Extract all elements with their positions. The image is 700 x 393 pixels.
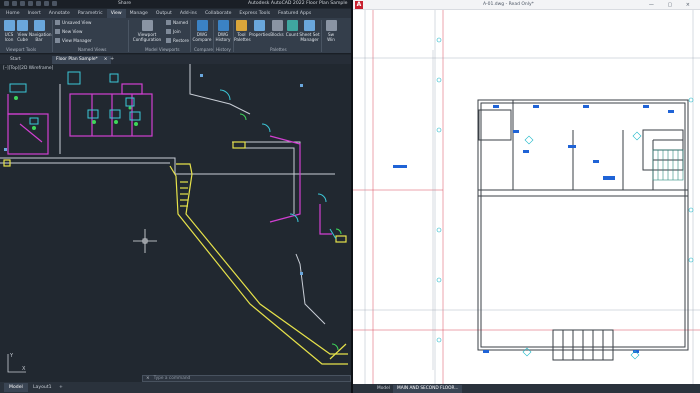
ribbon-tab-parametric[interactable]: Parametric (74, 9, 107, 18)
viewer-title-bar: A A-01.dwg - Read Only* — ▢ × (353, 0, 700, 10)
count-button[interactable]: Count (285, 20, 299, 37)
ribbon-tab-featured-apps[interactable]: Featured Apps (274, 9, 315, 18)
viewport-configuration-icon (141, 20, 153, 31)
document-tabs: Start Floor Plan Sample* × + (0, 55, 351, 64)
group-named-views: Named Views (78, 47, 107, 52)
restore-icon (166, 38, 171, 43)
view-manager-icon (55, 38, 60, 43)
tab-floor-plan-sample[interactable]: Floor Plan Sample* × (52, 56, 112, 64)
named-viewports-button[interactable]: Named (166, 20, 188, 25)
drawing-canvas[interactable]: Y X [–][Top][2D Wireframe] (0, 64, 351, 381)
new-view-icon (55, 29, 60, 34)
named-icon (166, 20, 171, 25)
view-cube-icon (17, 20, 28, 31)
viewport-controls[interactable]: [–][Top][2D Wireframe] (3, 66, 53, 71)
sheet-set-manager-icon (304, 20, 315, 31)
view-cube-button[interactable]: View Cube (16, 20, 29, 42)
restore-viewports-button[interactable]: Restore (166, 38, 189, 43)
saveas-icon[interactable] (28, 1, 33, 6)
autocad-window: Share Autodesk AutoCAD 2022 Floor Plan S… (0, 0, 351, 393)
viewer-canvas[interactable] (353, 10, 700, 384)
ribbon-tab-manage[interactable]: Manage (126, 9, 152, 18)
share-button[interactable]: Share (118, 1, 131, 6)
separator (128, 20, 129, 52)
floor-plan-drawing: Y X (0, 64, 348, 373)
new-tab-button[interactable]: + (110, 56, 114, 62)
tab-model[interactable]: Model (4, 383, 28, 392)
ribbon-tabs: Home Insert Annotate Parametric View Manage Ou… (0, 9, 351, 18)
switch-windows-icon (325, 20, 337, 31)
ribbon-tab-annotate[interactable]: Annotate (45, 9, 74, 18)
ribbon-tab-insert[interactable]: Insert (24, 9, 45, 18)
group-history: History (216, 47, 231, 52)
viewport-configuration-button[interactable]: Viewport Configuration (132, 20, 162, 42)
blocks-icon (271, 20, 283, 31)
group-compare: Compare (194, 47, 213, 52)
separator (190, 20, 191, 52)
group-palettes: Palettes (270, 47, 287, 52)
close-tab-icon[interactable]: × (104, 57, 108, 62)
add-layout-button[interactable]: + (54, 383, 68, 392)
ribbon-tab-output[interactable]: Output (152, 9, 176, 18)
viewer-tab-main-and-second-floor[interactable]: MAIN AND SECOND FLOOR... (393, 385, 463, 393)
dwg-history-icon (217, 20, 229, 31)
autocad-logo-icon: A (355, 1, 363, 9)
group-model-viewports: Model Viewports (145, 47, 180, 52)
join-icon (166, 29, 171, 34)
viewer-status-bar: Model MAIN AND SECOND FLOOR... (353, 384, 700, 393)
ribbon-tab-view[interactable]: View (106, 9, 126, 18)
tab-start[interactable]: Start (6, 56, 25, 64)
tool-palettes-icon (236, 20, 247, 31)
new-view-button[interactable]: New View (55, 29, 82, 34)
viewer-window: A A-01.dwg - Read Only* — ▢ × Model MAIN… (353, 0, 700, 393)
view-manager-button[interactable]: View Manager (55, 38, 92, 43)
unsaved-view-dropdown[interactable]: Unsaved View (55, 20, 91, 25)
tool-palettes-button[interactable]: Tool Palettes (234, 20, 251, 42)
dwg-compare-icon (196, 20, 208, 31)
navigation-bar-button[interactable]: Navigation Bar (29, 20, 52, 42)
switch-windows-button[interactable]: Sw Win (324, 20, 338, 42)
command-input[interactable]: Type a command (154, 376, 191, 381)
navigation-bar-icon (33, 20, 45, 31)
join-viewports-button[interactable]: Join (166, 29, 181, 34)
quick-access-toolbar (4, 1, 57, 6)
properties-icon (253, 20, 265, 31)
viewer-title: A-01.dwg - Read Only* (483, 2, 534, 7)
properties-button[interactable]: Properties (249, 20, 270, 37)
ribbon-tab-collaborate[interactable]: Collaborate (201, 9, 235, 18)
ucs-icon (3, 20, 15, 31)
status-bar: Model Layout1 + (0, 382, 351, 393)
svg-text:X: X (22, 366, 26, 372)
dwg-history-button[interactable]: DWG History (214, 20, 232, 42)
tab-layout1[interactable]: Layout1 (28, 383, 57, 392)
ucs-icon-button[interactable]: UCS Icon (2, 20, 16, 42)
svg-text:Y: Y (9, 353, 14, 359)
view-icon (55, 20, 60, 25)
separator (321, 20, 322, 52)
viewer-tab-model[interactable]: Model (373, 385, 394, 393)
sheet-set-manager-button[interactable]: Sheet Set Manager (299, 20, 320, 42)
dwg-compare-button[interactable]: DWG Compare (192, 20, 212, 42)
save-icon[interactable] (20, 1, 25, 6)
count-icon (286, 20, 298, 31)
print-icon[interactable] (36, 1, 41, 6)
title-bar: Share Autodesk AutoCAD 2022 Floor Plan S… (0, 0, 351, 8)
group-viewport-tools: Viewport Tools (6, 47, 37, 52)
undo-icon[interactable] (44, 1, 49, 6)
ribbon-panel: UCS Icon View Cube Navigation Bar Viewpo… (0, 18, 351, 54)
ribbon-tab-express-tools[interactable]: Express Tools (235, 9, 274, 18)
command-line[interactable]: × Type a command (142, 375, 351, 382)
redo-icon[interactable] (52, 1, 57, 6)
architectural-plan-drawing (353, 10, 700, 384)
ribbon-tab-add-ins[interactable]: Add-ins (176, 9, 201, 18)
separator (52, 20, 53, 52)
close-command-icon[interactable]: × (146, 376, 150, 381)
window-controls[interactable]: — ▢ × (649, 2, 696, 8)
new-icon[interactable] (4, 1, 9, 6)
ribbon-tab-home[interactable]: Home (2, 9, 24, 18)
window-title: Autodesk AutoCAD 2022 Floor Plan Sample (248, 1, 348, 6)
open-icon[interactable] (12, 1, 17, 6)
blocks-button[interactable]: Blocks (269, 20, 285, 37)
